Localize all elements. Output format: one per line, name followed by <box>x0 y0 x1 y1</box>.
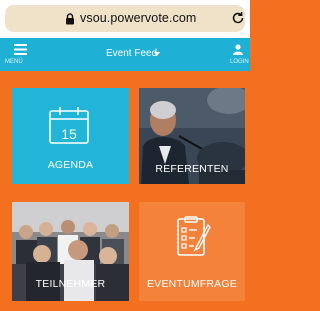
browser-url-bar: vsou.powervote.com <box>0 0 250 38</box>
lock-icon <box>66 13 74 25</box>
user-label: LOGIN <box>230 59 249 65</box>
menu-label: MENÜ <box>5 59 23 65</box>
agenda-label: AGENDA <box>47 159 94 171</box>
user-icon <box>233 44 243 55</box>
user-button[interactable]: LOGIN <box>228 38 250 71</box>
agenda-tile[interactable]: 15 AGENDA <box>12 88 129 184</box>
teilnehmer-tile[interactable]: TEILNEHMER <box>12 202 129 301</box>
teilnehmer-label: TEILNEHMER <box>35 278 106 290</box>
calendar-number: 15 <box>61 126 77 142</box>
calendar-icon: 15 <box>49 106 89 144</box>
hamburger-icon <box>14 44 27 55</box>
eventumfrage-label: EVENTUMFRAGE <box>147 278 237 290</box>
address-field[interactable]: vsou.powervote.com <box>5 5 245 32</box>
event-feed-label: Event Feed <box>106 48 158 59</box>
menu-button[interactable]: MENÜ <box>0 38 46 71</box>
reload-icon[interactable] <box>231 11 245 25</box>
referenten-tile[interactable]: REFERENTEN <box>139 88 245 184</box>
app-screen: vsou.powervote.com MENÜ Event Feed LOGIN… <box>0 0 250 311</box>
eventumfrage-tile[interactable]: EVENTUMFRAGE <box>139 202 245 301</box>
app-header: MENÜ Event Feed LOGIN <box>0 38 250 71</box>
referenten-label: REFERENTEN <box>155 163 229 175</box>
event-feed-dropdown[interactable]: Event Feed <box>98 47 170 63</box>
survey-icon <box>177 216 211 256</box>
caret-down-icon <box>154 52 160 56</box>
url-text: vsou.powervote.com <box>80 11 197 25</box>
